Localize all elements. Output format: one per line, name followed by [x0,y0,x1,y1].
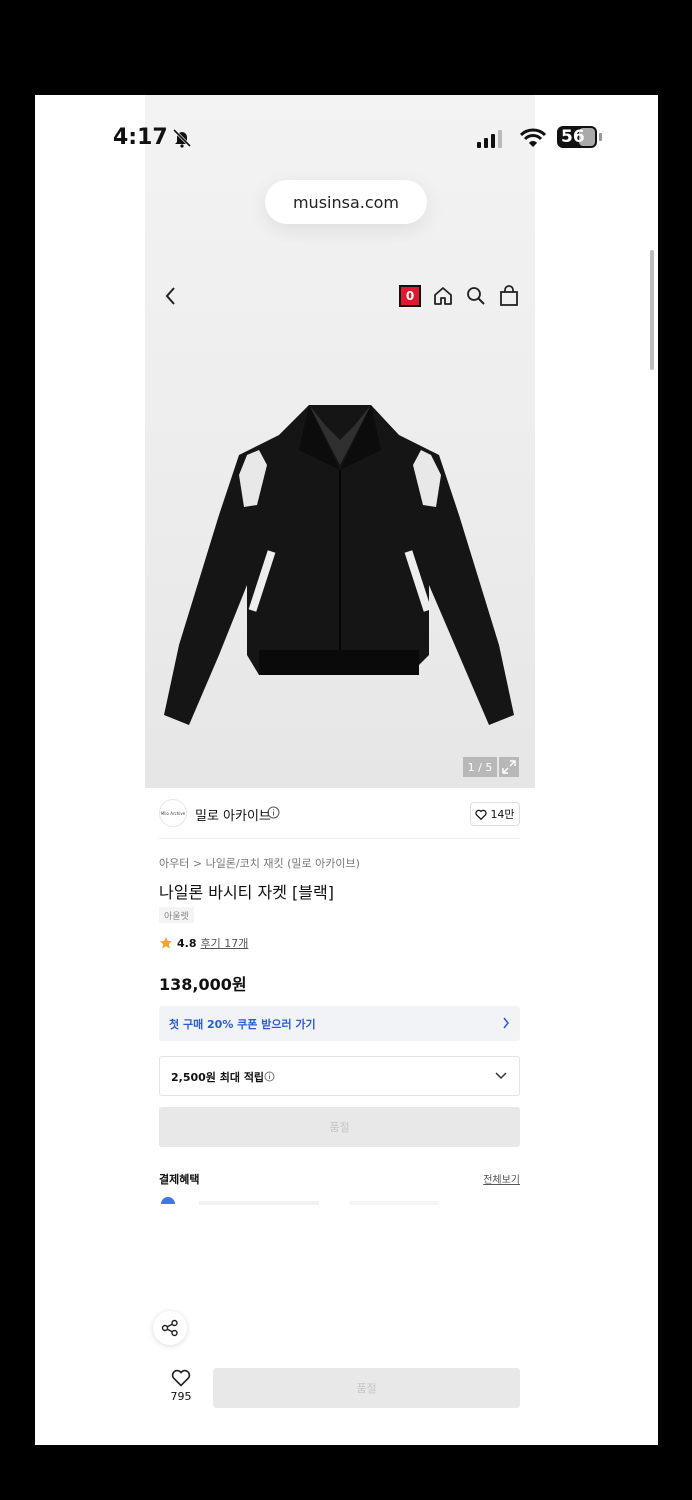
sold-out-button: 품절 [159,1107,520,1147]
payment-benefit-item [161,1197,439,1205]
info-icon[interactable] [264,1071,275,1082]
bell-slash-icon [172,128,192,148]
star-icon [160,937,172,949]
brand-like-count: 14만 [490,808,515,821]
product-image[interactable] [159,395,521,725]
breadcrumb[interactable]: 아우터 > 나일론/코치 재킷 (밀로 아카이브) [159,855,360,871]
url-text: musinsa.com [292,192,400,212]
search-icon[interactable] [465,285,487,307]
wifi-icon [520,128,546,147]
home-icon[interactable] [432,285,454,307]
coupon-banner[interactable]: 첫 구매 20% 쿠폰 받으러 가기 [159,1006,520,1041]
brand-logo[interactable]: Milo Archive [159,799,187,827]
chevron-right-icon [503,1017,509,1029]
url-bar[interactable]: musinsa.com [265,180,427,224]
share-icon [161,1319,178,1337]
signal-icon [477,130,502,148]
payment-see-all-link[interactable]: 전체보기 [483,1171,520,1186]
battery-icon: 56 [557,126,603,148]
product-title: 나일론 바시티 자켓 [블랙] [159,883,334,902]
favorite-count: 795 [170,1390,192,1403]
divider [159,838,520,839]
phone-screen: musinsa.com 0 1 / 5 Milo Archive 밀로 아카이브 [35,95,658,1445]
rating-row: 4.8 후기 17개 [159,935,248,951]
product-price: 138,000원 [159,975,247,994]
share-button[interactable] [153,1311,187,1345]
back-icon[interactable] [163,285,179,307]
image-counter: 1 / 5 [463,757,497,777]
brand-name[interactable]: 밀로 아카이브 [195,805,271,824]
brand-like-button[interactable]: 14만 [470,802,520,826]
points-text: 2,500원 최대 적립 [171,1071,265,1084]
buy-button: 품절 [213,1368,520,1408]
shopping-bag-icon[interactable] [498,284,520,307]
chevron-down-icon [495,1072,507,1080]
heart-icon[interactable] [171,1369,191,1387]
scrollbar[interactable] [650,250,654,370]
payment-benefits-title: 결제혜택 [159,1173,200,1186]
heart-icon [475,809,488,820]
outlet-tag: 아울렛 [159,907,194,923]
review-link[interactable]: 후기 17개 [201,935,249,951]
battery-level: 56 [561,127,585,147]
expand-icon[interactable] [499,757,519,777]
coupon-text: 첫 구매 20% 쿠폰 받으러 가기 [169,1018,316,1031]
info-icon[interactable] [267,806,280,819]
points-dropdown[interactable]: 2,500원 최대 적립 [159,1056,520,1096]
status-time: 4:17 [113,125,168,150]
rating-value: 4.8 [177,936,197,950]
product-page: musinsa.com 0 1 / 5 Milo Archive 밀로 아카이브 [145,95,535,1445]
cart-count-badge[interactable]: 0 [399,285,421,307]
